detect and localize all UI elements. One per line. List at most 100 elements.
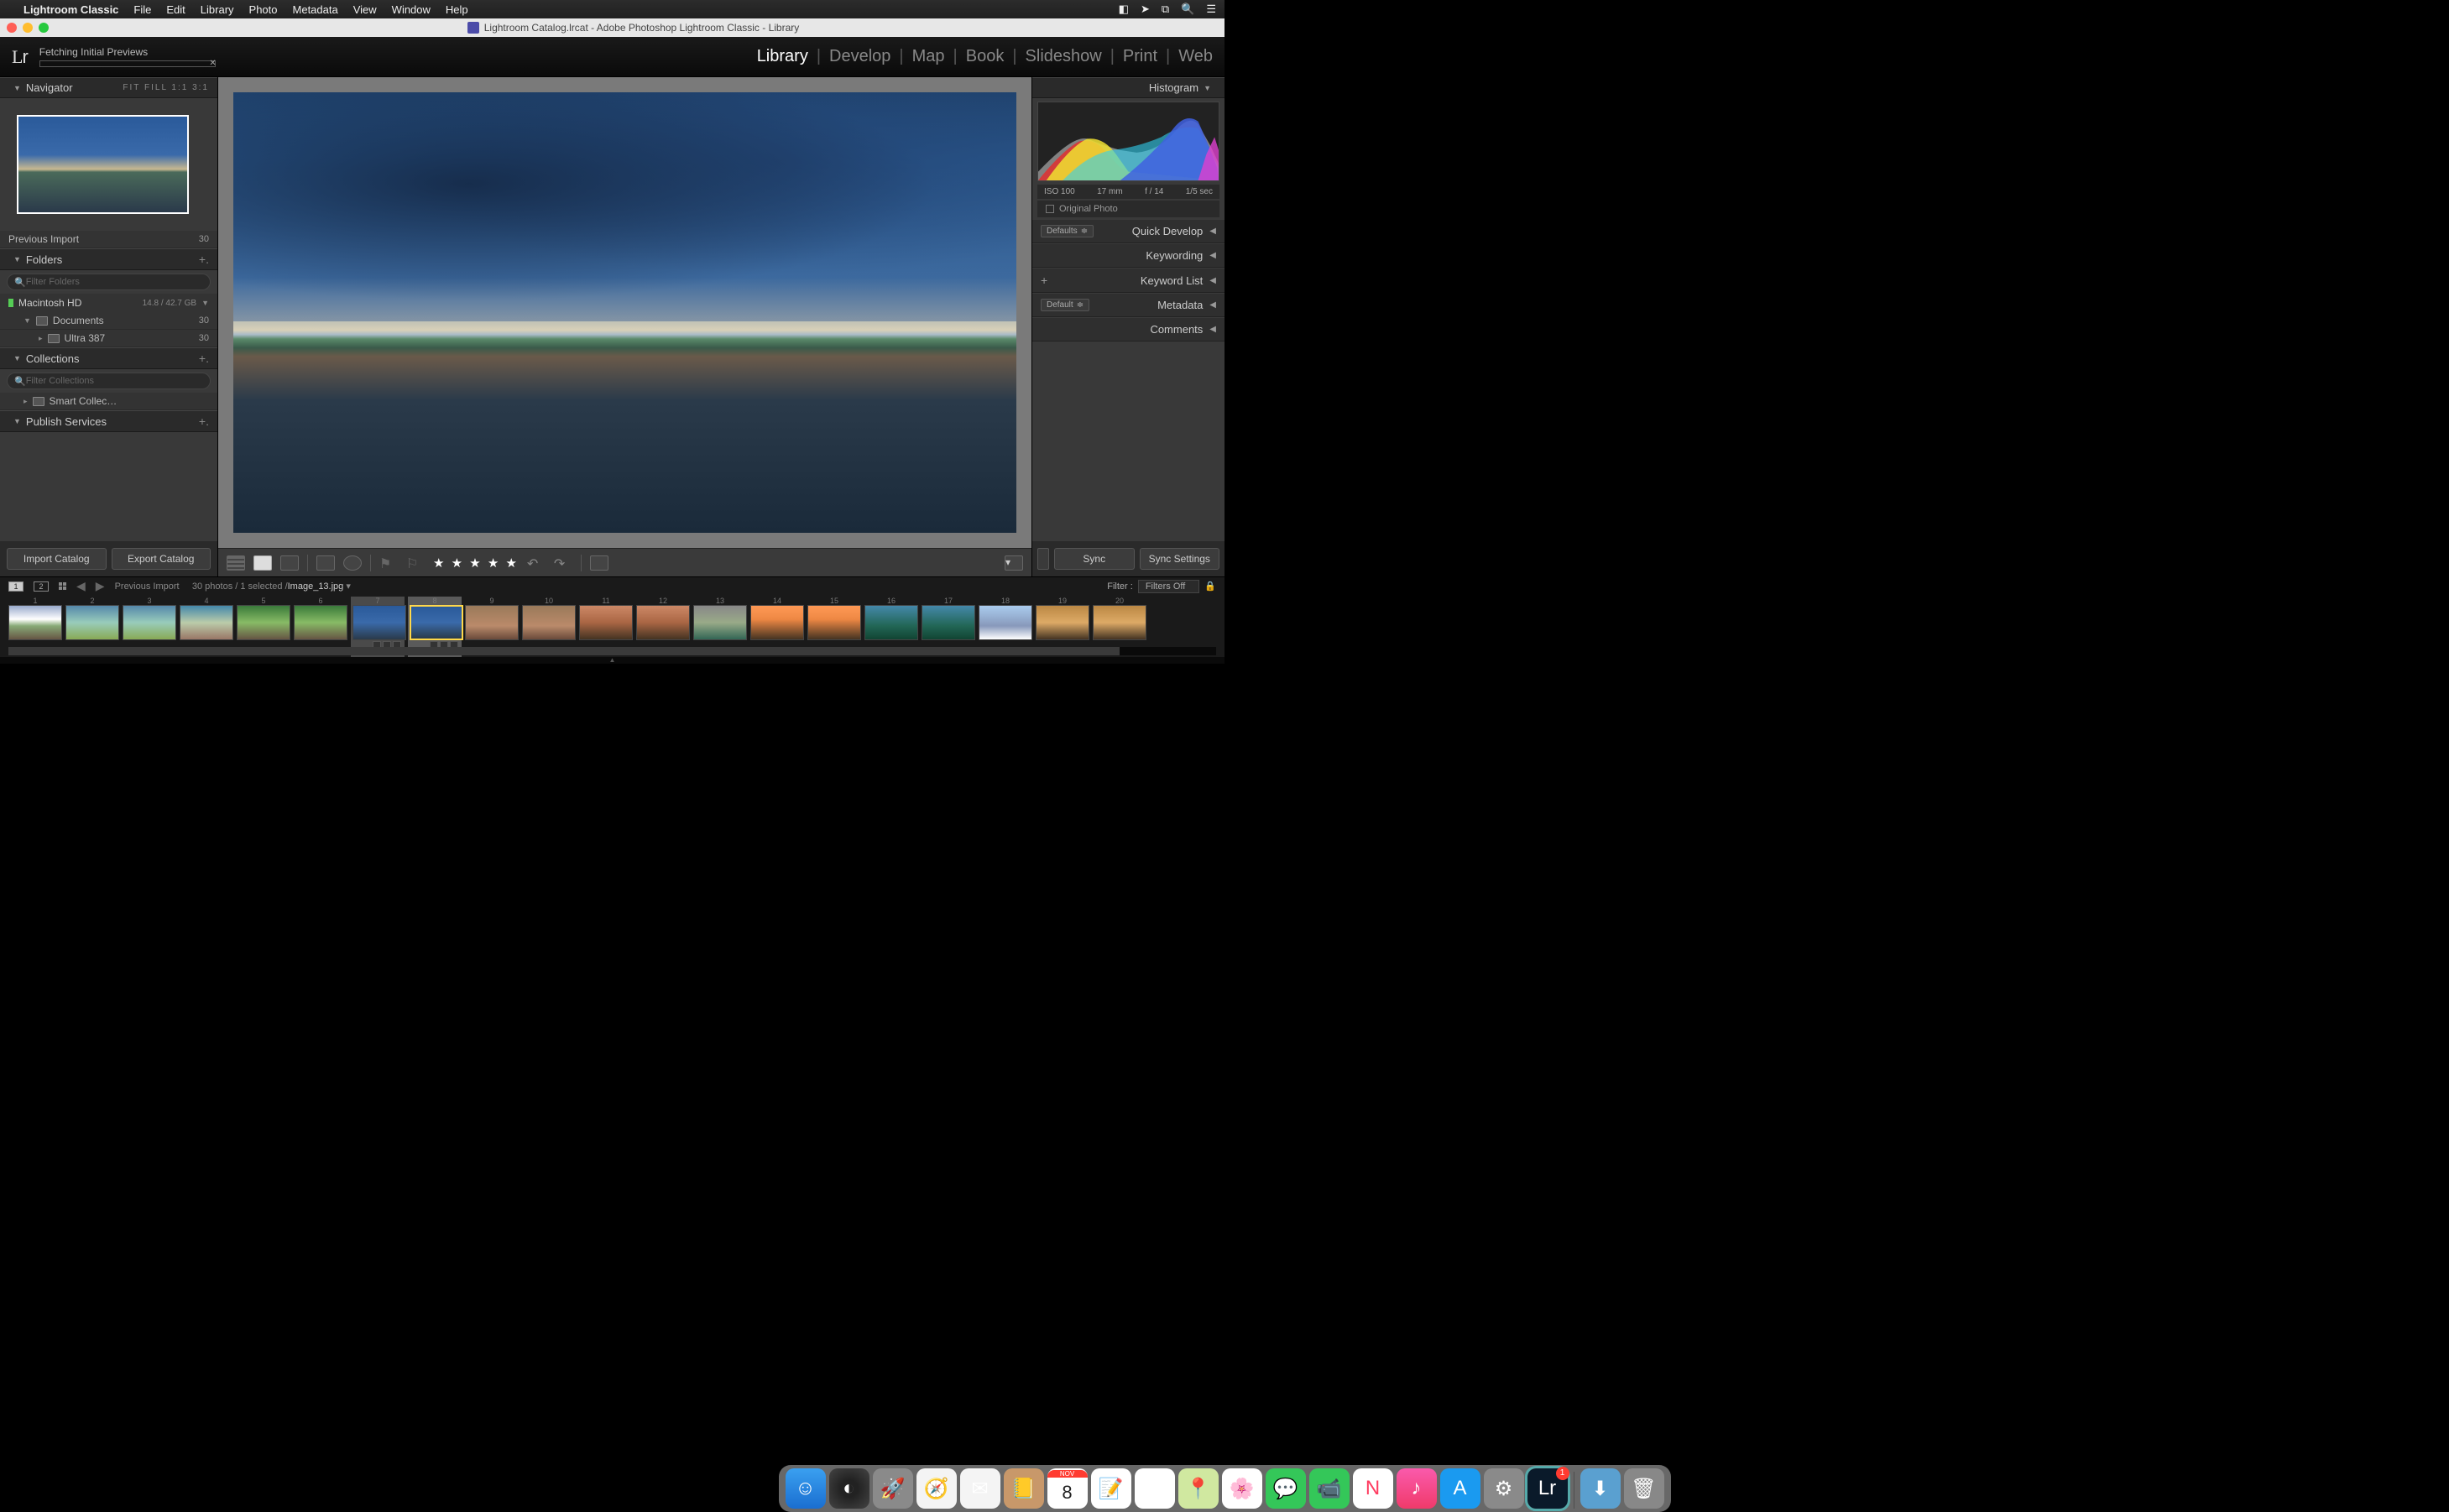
filmstrip-thumb[interactable]: 5 (237, 597, 290, 640)
module-slideshow[interactable]: Slideshow (1026, 47, 1102, 66)
catalog-previous-import[interactable]: Previous Import 30 (0, 231, 217, 248)
original-photo-toggle[interactable]: Original Photo (1037, 201, 1219, 217)
filmstrip-thumb[interactable]: 18 (979, 597, 1032, 640)
painter-icon[interactable] (316, 555, 335, 571)
filmstrip-scrollbar[interactable] (8, 647, 1216, 655)
compare-view-icon[interactable] (280, 555, 299, 571)
filmstrip-thumb[interactable]: 6 (294, 597, 347, 640)
flag-pick-icon[interactable]: ⚑ (379, 555, 398, 571)
keywording-header[interactable]: Keywording ◀ (1032, 243, 1224, 268)
dock-news[interactable]: N (1353, 1468, 1393, 1509)
navigator-header[interactable]: ▼ Navigator FIT FILL 1:1 3:1 (0, 77, 217, 98)
module-library[interactable]: Library (757, 47, 808, 66)
menu-edit[interactable]: Edit (166, 3, 185, 16)
filmstrip-thumb[interactable]: 9 (465, 597, 519, 640)
chevron-down-icon[interactable]: ▼ (201, 299, 209, 307)
rating-stars[interactable]: ★ ★ ★ ★ ★ (433, 555, 519, 571)
metadata-preset-dropdown[interactable]: Default ≑ (1041, 299, 1089, 311)
filmstrip-thumb[interactable]: 3 (123, 597, 176, 640)
toolbar-menu-icon[interactable]: ▾ (1005, 555, 1023, 571)
status-notification-icon[interactable]: ◧ (1119, 3, 1129, 16)
dock-calendar[interactable]: NOV8 (1047, 1468, 1088, 1509)
window-close-button[interactable] (7, 23, 17, 33)
dock-maps[interactable]: 📍 (1178, 1468, 1219, 1509)
loupe-view-icon[interactable] (253, 555, 272, 571)
dock-launchpad[interactable]: 🚀 (873, 1468, 913, 1509)
filter-collections-input[interactable]: 🔍 Filter Collections (7, 373, 211, 389)
module-map[interactable]: Map (912, 47, 945, 66)
dock-trash[interactable]: 🗑 (1624, 1468, 1664, 1509)
window-zoom-button[interactable] (39, 23, 49, 33)
dock-contacts[interactable]: 📒 (1004, 1468, 1044, 1509)
preset-dropdown[interactable]: Defaults ≑ (1041, 225, 1094, 237)
add-folder-icon[interactable]: +. (199, 253, 209, 266)
app-name[interactable]: Lightroom Classic (23, 3, 118, 16)
dock-appstore[interactable]: A (1440, 1468, 1480, 1509)
import-catalog-button[interactable]: Import Catalog (7, 548, 107, 570)
status-control-center-icon[interactable]: ☰ (1206, 3, 1216, 16)
filmstrip-thumb[interactable]: 17 (922, 597, 975, 640)
filmstrip-thumb[interactable]: 10 (522, 597, 576, 640)
filter-preset-dropdown[interactable]: Filters Off (1138, 580, 1199, 593)
navigator-preview[interactable] (0, 98, 217, 231)
sync-settings-button[interactable]: Sync Settings (1140, 548, 1220, 570)
menu-view[interactable]: View (353, 3, 377, 16)
sync-toggle[interactable] (1037, 548, 1049, 570)
status-sync-icon[interactable]: ➤ (1141, 3, 1150, 16)
module-develop[interactable]: Develop (829, 47, 890, 66)
navigator-zoom-options[interactable]: FIT FILL 1:1 3:1 (123, 83, 209, 92)
nav-forward-icon[interactable]: ▶ (96, 579, 105, 593)
filmstrip-thumb[interactable]: 16 (864, 597, 918, 640)
metadata-header[interactable]: Default ≑ Metadata ◀ (1032, 293, 1224, 317)
filter-lock-icon[interactable]: 🔒 (1204, 581, 1216, 592)
secondary-display-toggle[interactable]: 2 (34, 581, 49, 592)
filmstrip-thumb[interactable]: 4 (180, 597, 233, 640)
window-minimize-button[interactable] (23, 23, 33, 33)
people-view-icon[interactable] (343, 555, 362, 571)
rotate-cw-icon[interactable]: ↷ (554, 555, 572, 571)
status-displays-icon[interactable]: ⧉ (1162, 3, 1169, 16)
dock-notes[interactable]: 📝 (1091, 1468, 1131, 1509)
menu-metadata[interactable]: Metadata (293, 3, 338, 16)
filter-folders-input[interactable]: 🔍 Filter Folders (7, 274, 211, 290)
smart-collections-row[interactable]: ▸ Smart Collec… (0, 393, 217, 410)
menu-help[interactable]: Help (446, 3, 468, 16)
add-collection-icon[interactable]: +. (199, 352, 209, 365)
folder-documents[interactable]: ▼ Documents 30 (0, 312, 217, 330)
dock-settings[interactable]: ⚙ (1484, 1468, 1524, 1509)
checkbox-icon[interactable] (1046, 205, 1054, 213)
menu-file[interactable]: File (133, 3, 151, 16)
dock-facetime[interactable]: 📹 (1309, 1468, 1350, 1509)
dock-messages[interactable]: 💬 (1266, 1468, 1306, 1509)
filmstrip-thumb[interactable]: 13 (693, 597, 747, 640)
grid-icon[interactable] (59, 582, 66, 590)
add-publish-icon[interactable]: +. (199, 414, 209, 428)
grid-view-icon[interactable] (227, 555, 245, 571)
dock-music[interactable]: ♪ (1397, 1468, 1437, 1509)
keyword-list-header[interactable]: + Keyword List ◀ (1032, 268, 1224, 293)
dock-downloads[interactable]: ⬇ (1580, 1468, 1621, 1509)
filmstrip-thumb[interactable]: 19 (1036, 597, 1089, 640)
module-print[interactable]: Print (1123, 47, 1157, 66)
menu-window[interactable]: Window (392, 3, 431, 16)
filmstrip-thumb[interactable]: 14 (750, 597, 804, 640)
dock-siri[interactable]: ◐ (829, 1468, 869, 1509)
nav-back-icon[interactable]: ◀ (76, 579, 86, 593)
dock-reminders[interactable]: ☑ (1135, 1468, 1175, 1509)
comments-header[interactable]: Comments ◀ (1032, 317, 1224, 342)
sync-metadata-icon[interactable] (590, 555, 608, 571)
rotate-ccw-icon[interactable]: ↶ (527, 555, 546, 571)
dock-mail[interactable]: ✉ (960, 1468, 1000, 1509)
folder-ultra387[interactable]: ▸ Ultra 387 30 (0, 330, 217, 347)
disclosure-icon[interactable]: ▼ (23, 316, 31, 325)
quick-develop-header[interactable]: Defaults ≑ Quick Develop ◀ (1032, 219, 1224, 243)
histogram-header[interactable]: Histogram ▼ (1032, 77, 1224, 98)
loupe-view[interactable] (218, 77, 1031, 548)
filmstrip-thumb[interactable]: 12 (636, 597, 690, 640)
disclosure-icon[interactable]: ▸ (23, 397, 28, 406)
export-catalog-button[interactable]: Export Catalog (112, 548, 211, 570)
filmstrip[interactable]: 1234567★★★★★8★★★★★9101112131415161718192… (0, 595, 1224, 657)
status-spotlight-icon[interactable]: 🔍 (1181, 3, 1194, 16)
menu-library[interactable]: Library (201, 3, 234, 16)
disclosure-icon[interactable]: ▸ (39, 334, 43, 343)
